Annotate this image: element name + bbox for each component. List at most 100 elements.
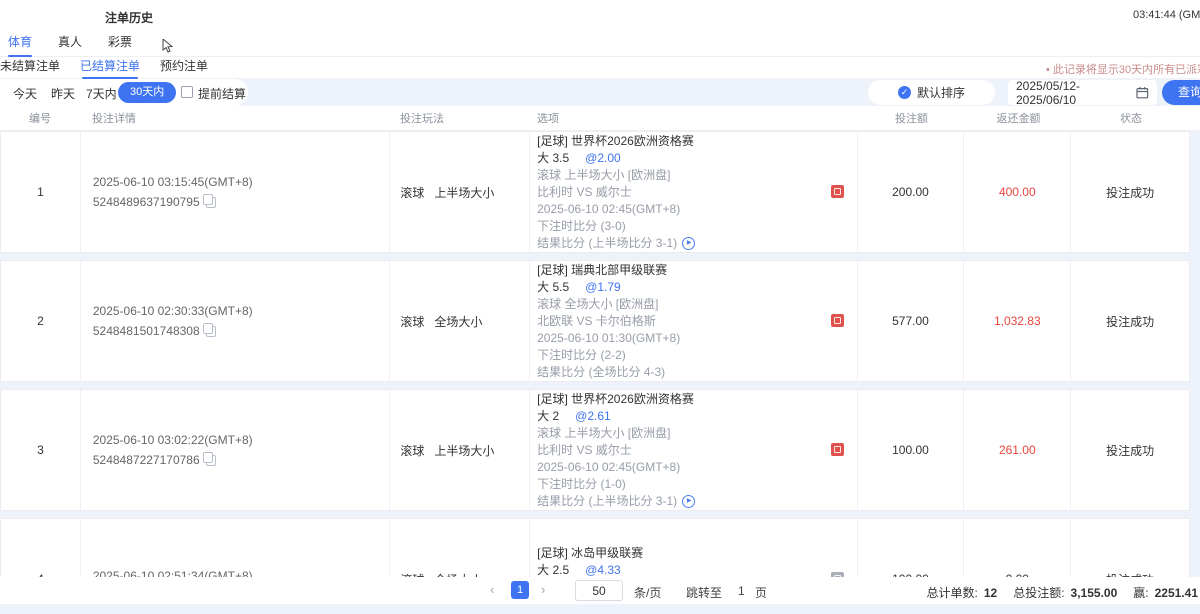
bet-time: 2025-06-10 02:51:34(GMT+8) <box>93 569 389 577</box>
table-row: 3 2025-06-10 03:02:22(GMT+8) 52484872271… <box>0 389 1190 511</box>
payout-amount: 261.00 <box>964 390 1071 510</box>
page-title: 注单历史 <box>105 9 153 26</box>
copy-icon[interactable] <box>206 455 216 466</box>
prev-page-button[interactable]: ‹ <box>490 582 494 597</box>
order-id: 5248487227170786 <box>93 453 200 467</box>
subtab-reserved[interactable]: 预约注单 <box>160 57 208 79</box>
top-bar: 注单历史 03:41:44 (GMT <box>0 0 1200 30</box>
market: 滚球 全场大小 [欧洲盘] <box>537 296 856 313</box>
sort-dropdown[interactable]: ✓ 默认排序 <box>868 80 995 105</box>
table-row: 1 2025-06-10 03:15:45(GMT+8) 52484896371… <box>0 131 1190 253</box>
option-cell: [足球] 冰岛甲级联赛 大 2.5@4.33 滚球 全场大小 [欧洲盘] 富佐尼… <box>530 519 857 577</box>
header-no: 编号 <box>0 106 80 130</box>
row-gap <box>0 511 1200 518</box>
sub-tabs: 未结算注单 已结算注单 预约注单 • 此记录将显示30天内所有已派彩的注 <box>0 57 1200 79</box>
payout-amount: 0.00 <box>964 519 1071 577</box>
bet-time: 2025-06-10 02:30:33(GMT+8) <box>93 304 389 318</box>
bet-detail-cell: 2025-06-10 03:15:45(GMT+8) 5248489637190… <box>81 132 390 252</box>
early-settle-label: 提前结算 <box>198 85 246 102</box>
bottom-strip <box>0 604 1200 614</box>
tab-live[interactable]: 真人 <box>58 30 82 57</box>
check-circle-icon: ✓ <box>898 86 911 99</box>
market: 滚球 上半场大小 [欧洲盘] <box>537 425 856 442</box>
copy-icon[interactable] <box>206 197 216 208</box>
bet-time: 2025-06-10 03:15:45(GMT+8) <box>93 175 389 189</box>
bet-status: 投注成功 <box>1071 519 1189 577</box>
table-header: 编号 投注详情 投注玩法 选项 投注额 返还金额 状态 <box>0 106 1200 131</box>
row-number: 4 <box>1 519 81 577</box>
server-clock: 03:41:44 (GMT <box>1133 9 1200 21</box>
range-30days-active[interactable]: 30天内 <box>118 82 176 103</box>
teams: 比利时 VS 威尔士 <box>537 184 856 201</box>
subtab-unsettled[interactable]: 未结算注单 <box>0 57 60 79</box>
next-page-button[interactable]: › <box>541 582 545 597</box>
teams: 北欧联 VS 卡尔伯格斯 <box>537 313 856 330</box>
bet-detail-cell: 2025-06-10 02:30:33(GMT+8) 5248481501748… <box>81 261 390 381</box>
teams: 比利时 VS 威尔士 <box>537 442 856 459</box>
league-name: [足球] 冰岛甲级联赛 <box>537 545 856 562</box>
pagination-bar: ‹ 1 › 条/页 跳转至 1 页 总计单数:12 总投注额:3,155.00 … <box>0 577 1200 604</box>
calendar-icon <box>1136 86 1149 99</box>
main-tabs: 体育 真人 彩票 <box>0 30 1200 57</box>
match-time: 2025-06-10 01:30(GMT+8) <box>537 330 856 347</box>
order-id: 5248481501748308 <box>93 324 200 338</box>
bet-status: 投注成功 <box>1071 390 1189 510</box>
bet-score: 下注时比分 (1-0) <box>537 476 856 493</box>
order-id: 5248489637190795 <box>93 195 200 209</box>
odds: @4.33 <box>585 563 621 577</box>
pick: 大 3.5 <box>537 151 569 165</box>
total-count-value: 12 <box>984 586 997 600</box>
bet-score: 下注时比分 (2-2) <box>537 347 856 364</box>
match-time: 2025-06-10 02:45(GMT+8) <box>537 201 856 218</box>
mouse-cursor-icon <box>162 39 174 53</box>
odds: @1.79 <box>585 280 621 294</box>
bet-time: 2025-06-10 03:02:22(GMT+8) <box>93 433 389 447</box>
header-status: 状态 <box>1072 106 1190 130</box>
match-time: 2025-06-10 02:45(GMT+8) <box>537 459 856 476</box>
table-row: 4 2025-06-10 02:51:34(GMT+8) 滚球 全场大小 [足球… <box>0 518 1190 577</box>
query-button[interactable]: 查询 <box>1162 80 1200 105</box>
payout-amount: 400.00 <box>964 132 1071 252</box>
option-cell: [足球] 世界杯2026欧洲资格赛 大 3.5@2.00 滚球 上半场大小 [欧… <box>530 132 857 252</box>
page-size-input[interactable] <box>575 580 623 601</box>
bet-amount: 100.00 <box>858 390 965 510</box>
row-number: 3 <box>1 390 81 510</box>
bet-status: 投注成功 <box>1071 132 1189 252</box>
table-row: 2 2025-06-10 02:30:33(GMT+8) 52484815017… <box>0 260 1190 382</box>
tab-lottery[interactable]: 彩票 <box>108 30 132 57</box>
bet-play-cell: 滚球 全场大小 <box>390 261 530 381</box>
pick: 大 2 <box>537 409 559 423</box>
league-name: [足球] 瑞典北部甲级联赛 <box>537 262 856 279</box>
bet-play-cell: 滚球 上半场大小 <box>390 132 530 252</box>
copy-icon[interactable] <box>206 326 216 337</box>
page-1-button[interactable]: 1 <box>511 581 529 599</box>
filter-bar: 今天 昨天 7天内 30天内 提前结算 ✓ 默认排序 2025/05/12-20… <box>0 79 1200 106</box>
per-page-label: 条/页 <box>634 584 661 601</box>
row-gap <box>0 382 1200 389</box>
odds: @2.00 <box>585 151 621 165</box>
range-yesterday[interactable]: 昨天 <box>51 85 75 102</box>
bet-detail-cell: 2025-06-10 02:51:34(GMT+8) <box>81 519 390 577</box>
tab-sports[interactable]: 体育 <box>8 30 32 57</box>
market: 滚球 上半场大小 [欧洲盘] <box>537 167 856 184</box>
header-play: 投注玩法 <box>390 106 530 130</box>
total-count-label: 总计单数: <box>927 586 978 600</box>
bet-detail-cell: 2025-06-10 03:02:22(GMT+8) 5248487227170… <box>81 390 390 510</box>
sort-label: 默认排序 <box>917 84 965 101</box>
jump-page-value[interactable]: 1 <box>738 584 745 598</box>
range-7days[interactable]: 7天内 <box>86 85 117 102</box>
range-today[interactable]: 今天 <box>13 85 37 102</box>
row-number: 2 <box>1 261 81 381</box>
date-range-picker[interactable]: 2025/05/12-2025/06/10 <box>1008 80 1157 105</box>
subtab-settled[interactable]: 已结算注单 <box>80 57 140 79</box>
early-settle-checkbox[interactable] <box>181 86 193 98</box>
header-detail: 投注详情 <box>80 106 390 130</box>
replay-icon[interactable]: ▶ <box>682 495 695 508</box>
result-score: 结果比分 (上半场比分 3-1) <box>537 235 677 252</box>
jump-to-label: 跳转至 <box>686 584 722 601</box>
result-score: 结果比分 (全场比分 4-3) <box>537 364 665 381</box>
replay-icon[interactable]: ▶ <box>682 237 695 250</box>
league-name: [足球] 世界杯2026欧洲资格赛 <box>537 391 856 408</box>
row-number: 1 <box>1 132 81 252</box>
bet-amount: 577.00 <box>858 261 965 381</box>
